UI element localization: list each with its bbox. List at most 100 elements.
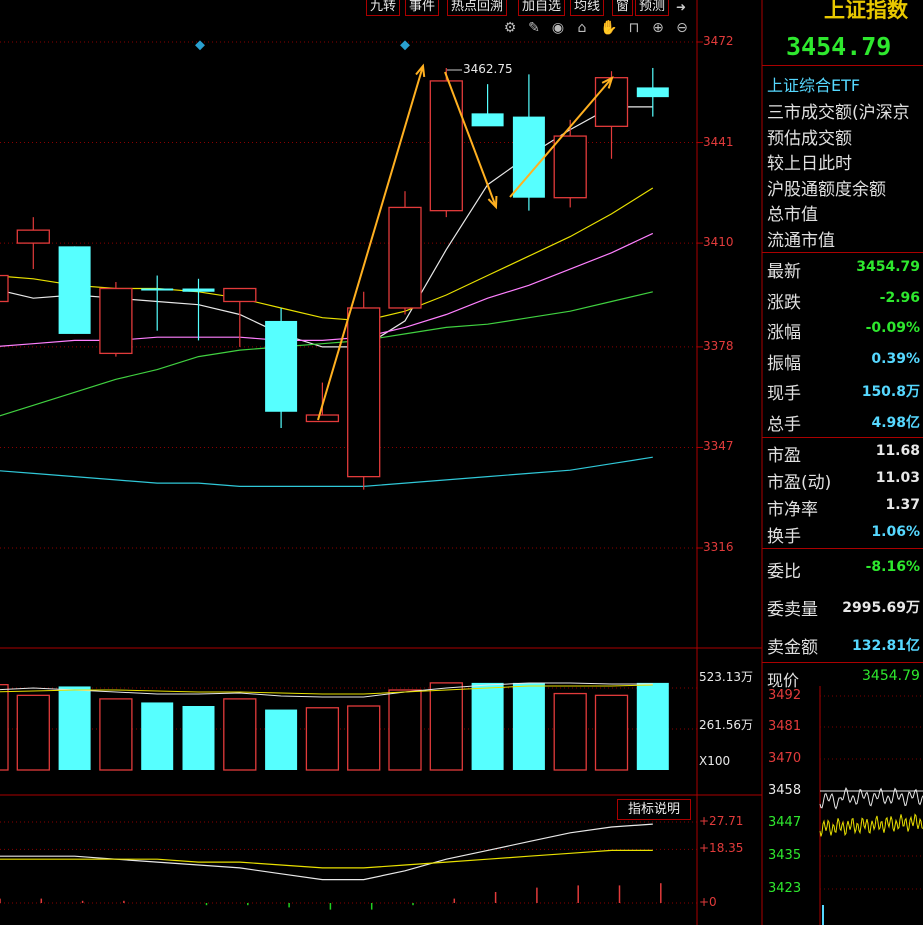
mini-price-value: 3454.79 (862, 668, 920, 684)
mini-tick-label: 3458 (768, 783, 802, 798)
order-value: 132.81亿 (851, 638, 920, 654)
volume-bar (388, 689, 422, 771)
quote-value: 150.8万 (861, 384, 920, 400)
index-title: 上证指数 (824, 0, 908, 22)
toolbar-tab-6[interactable]: 预测 (635, 0, 670, 16)
quote-value: 0.39% (871, 350, 920, 367)
volume-bar (594, 694, 629, 771)
indicator-tick-label: +18.35 (699, 841, 744, 856)
candle-body (636, 87, 669, 98)
toolbar-tab-5[interactable]: 窗 (612, 0, 634, 16)
valuation-label: 市盈(动) (767, 473, 832, 493)
candle-body (141, 288, 174, 291)
valuation-label: 市净率 (767, 500, 818, 520)
volume-unit-label: X100 (699, 754, 731, 768)
ma10-line (0, 187, 654, 322)
mini-tick-label: 3435 (768, 848, 802, 863)
volume-bar (429, 682, 463, 771)
info-label: 沪股通额度余额 (767, 179, 886, 200)
quote-label: 总手 (767, 414, 801, 435)
max-price-annotation: 3462.75 (463, 62, 513, 76)
candle-body (182, 288, 215, 292)
quote-label: 涨跌 (767, 292, 801, 313)
candle-body (553, 135, 587, 199)
price-tick-label: 3410 (703, 235, 734, 250)
mini-tick-label: 3423 (768, 881, 802, 896)
quote-label: 涨幅 (767, 323, 801, 343)
volume-bar (99, 698, 133, 771)
volume-bar (58, 686, 91, 770)
toolbar-tab-1[interactable]: 事件 (405, 0, 440, 16)
divider (762, 252, 923, 253)
candle-body (512, 116, 545, 198)
volume-bar (223, 698, 257, 771)
quote-row: 总手 4.98亿 (767, 410, 920, 436)
valuation-row: 换手 1.06% (767, 522, 920, 548)
volume-bar (16, 694, 50, 771)
order-label: 卖金额 (767, 638, 818, 658)
divider (762, 65, 923, 66)
info-label: 预估成交额 (767, 128, 852, 149)
quote-label: 现手 (767, 384, 801, 404)
valuation-value: 11.68 (875, 443, 920, 459)
volume-bar (636, 682, 669, 770)
mini-tick-label: 3470 (768, 751, 802, 766)
order-value: -8.16% (865, 559, 920, 575)
volume-bar (347, 705, 381, 771)
volume-bar (553, 692, 587, 771)
divider (762, 662, 923, 663)
indicator-tick-label: +27.71 (699, 814, 744, 828)
info-label: 三市成交额(沪深京 (767, 103, 910, 123)
volume-bar (141, 702, 174, 770)
toolbar-tab-4[interactable]: 均线 (570, 0, 605, 16)
candle-body (99, 287, 133, 355)
quote-label: 最新 (767, 262, 801, 282)
quote-row: 最新 3454.79 (767, 257, 920, 283)
candle-body (305, 414, 340, 423)
volume-tick-label: 261.56万 (699, 718, 753, 732)
mini-avg-line (819, 813, 923, 837)
price-tick-label: 3472 (703, 34, 734, 48)
indicator-tick-label: +0 (699, 895, 717, 909)
price-tick-label: 3441 (703, 134, 734, 149)
indicator-help-button[interactable]: 指标说明 (617, 799, 691, 820)
quote-value: 4.98亿 (871, 414, 920, 431)
volume-ma-line (0, 684, 653, 695)
dea-line (0, 849, 653, 869)
order-label: 委卖量 (767, 600, 818, 620)
dif-line (0, 823, 653, 881)
toolbar-tab-2[interactable]: 热点回溯 (447, 0, 508, 16)
valuation-value: 1.37 (885, 497, 920, 513)
candle-body (429, 80, 463, 212)
quote-value: -0.09% (865, 320, 920, 336)
toolbar-tab-3[interactable]: 加自选 (518, 0, 566, 16)
quote-label: 振幅 (767, 353, 801, 374)
valuation-value: 1.06% (871, 524, 920, 540)
ma30-line (0, 291, 653, 417)
price-tick-label: 3378 (703, 338, 734, 353)
valuation-row: 市盈(动) 11.03 (767, 468, 920, 494)
volume-bar (265, 709, 298, 770)
valuation-row: 市净率 1.37 (767, 495, 920, 521)
mini-tick-label: 3447 (768, 815, 802, 830)
etf-link[interactable]: 上证综合ETF (767, 72, 860, 96)
order-value: 2995.69万 (842, 600, 920, 616)
index-value: 3454.79 (786, 32, 892, 61)
order-row: 委比 -8.16% (767, 557, 920, 583)
volume-bar (471, 682, 504, 770)
candle-body (388, 206, 422, 309)
quote-value: -2.96 (879, 289, 920, 306)
price-tick-label: 3347 (703, 439, 734, 454)
candle-body (347, 307, 381, 478)
mini-tick-label: 3481 (768, 719, 802, 734)
quote-row: 现手 150.8万 (767, 379, 920, 405)
volume-tick-label: 523.13万 (699, 670, 753, 684)
candle-body (58, 246, 91, 334)
candle-body (265, 320, 298, 412)
volume-bar (182, 706, 215, 770)
divider (762, 437, 923, 438)
order-row: 卖金额 132.81亿 (767, 633, 920, 659)
toolbar-tab-0[interactable]: 九转 (366, 0, 401, 16)
volume-bar (305, 707, 340, 771)
volume-bar (512, 682, 545, 770)
